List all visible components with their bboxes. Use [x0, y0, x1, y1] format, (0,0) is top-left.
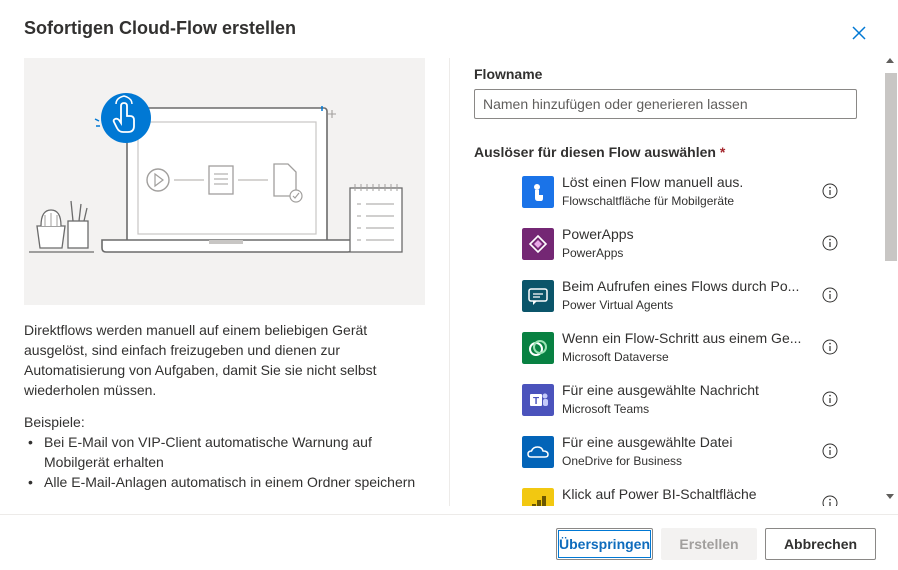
info-icon[interactable] — [822, 287, 838, 303]
trigger-option-teams[interactable]: T Für eine ausgewählte Nachricht Microso… — [522, 381, 842, 421]
info-icon[interactable] — [822, 495, 838, 506]
required-mark: * — [719, 144, 726, 160]
chat-bot-icon — [522, 280, 554, 312]
trigger-subtitle: OneDrive for Business — [562, 454, 683, 468]
teams-icon: T — [522, 384, 554, 416]
example-item: Bei E-Mail von VIP-Client automatische W… — [24, 432, 424, 472]
trigger-subtitle: Power Virtual Agents — [562, 298, 674, 312]
flow-description: Direktflows werden manuell auf einem bel… — [24, 320, 424, 400]
create-button[interactable]: Erstellen — [661, 528, 757, 560]
examples-list: Bei E-Mail von VIP-Client automatische W… — [24, 432, 424, 492]
trigger-subtitle: Flowschaltfläche für Mobilgeräte — [562, 194, 735, 208]
svg-text:T: T — [533, 396, 539, 407]
trigger-title: Wenn ein Flow-Schritt aus einem Ge... — [562, 330, 802, 346]
laptop-illustration — [29, 93, 403, 253]
trigger-title: Für eine ausgewählte Nachricht — [562, 382, 759, 398]
scroll-up-arrow-icon[interactable] — [886, 58, 894, 63]
examples-title: Beispiele: — [24, 414, 85, 430]
trigger-option-power-virtual-agents[interactable]: Beim Aufrufen eines Flows durch Po... Po… — [522, 277, 842, 317]
trigger-subtitle: Microsoft Dataverse — [562, 350, 669, 364]
trigger-title: Für eine ausgewählte Datei — [562, 434, 733, 450]
trigger-label-text: Auslöser für diesen Flow auswählen — [474, 144, 716, 160]
cancel-button[interactable]: Abbrechen — [765, 528, 876, 560]
scrollbar-thumb[interactable] — [885, 73, 897, 261]
dataverse-icon — [522, 332, 554, 364]
trigger-option-powerbi[interactable]: Klick auf Power BI-Schaltfläche — [522, 485, 842, 506]
trigger-option-manual[interactable]: Löst einen Flow manuell aus. Flowschaltf… — [522, 173, 842, 213]
trigger-subtitle: PowerApps — [562, 246, 624, 260]
powerbi-icon — [522, 488, 554, 506]
trigger-title: Löst einen Flow manuell aus. — [562, 174, 744, 190]
touch-icon — [522, 176, 554, 208]
trigger-option-powerapps[interactable]: PowerApps PowerApps — [522, 225, 842, 265]
illustration — [24, 58, 425, 305]
info-icon[interactable] — [822, 443, 838, 459]
trigger-option-onedrive[interactable]: Für eine ausgewählte Datei OneDrive for … — [522, 433, 842, 473]
powerapps-icon — [522, 228, 554, 260]
footer-divider — [0, 514, 898, 515]
dialog-title: Sofortigen Cloud-Flow erstellen — [24, 18, 297, 38]
trigger-option-dataverse[interactable]: Wenn ein Flow-Schritt aus einem Ge... Mi… — [522, 329, 842, 369]
skip-button[interactable]: Überspringen — [556, 528, 653, 560]
info-icon[interactable] — [822, 235, 838, 251]
trigger-subtitle: Microsoft Teams — [562, 402, 650, 416]
trigger-title: PowerApps — [562, 226, 634, 242]
flowname-input[interactable] — [474, 89, 857, 119]
info-icon[interactable] — [822, 339, 838, 355]
trigger-label: Auslöser für diesen Flow auswählen * — [474, 144, 725, 160]
example-item: Alle E-Mail-Anlagen automatisch in einem… — [24, 472, 424, 492]
trigger-title: Beim Aufrufen eines Flows durch Po... — [562, 278, 800, 294]
info-icon[interactable] — [822, 183, 838, 199]
onedrive-icon — [522, 436, 554, 468]
info-icon[interactable] — [822, 391, 838, 407]
flow-settings-panel: Flowname Auslöser für diesen Flow auswäh… — [450, 56, 883, 506]
description-text: Direktflows werden manuell auf einem bel… — [24, 322, 377, 398]
flowname-label: Flowname — [474, 66, 543, 82]
trigger-title: Klick auf Power BI-Schaltfläche — [562, 486, 757, 502]
close-icon[interactable] — [848, 22, 870, 44]
scroll-down-arrow-icon[interactable] — [886, 494, 894, 499]
create-flow-dialog: Sofortigen Cloud-Flow erstellen Direktfl… — [0, 0, 898, 570]
